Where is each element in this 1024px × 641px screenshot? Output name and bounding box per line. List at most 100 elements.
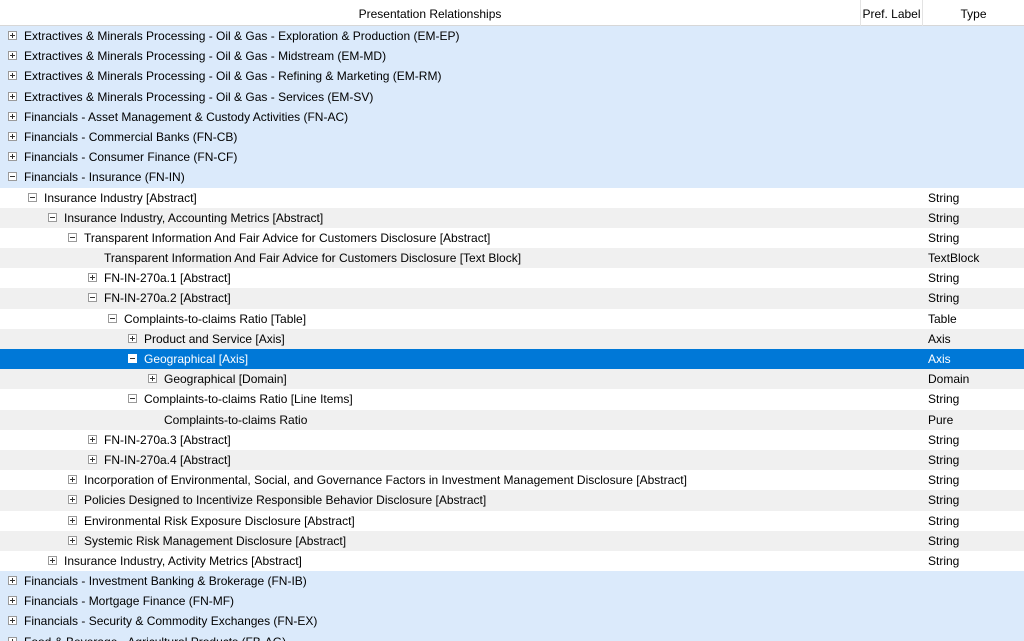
tree-row[interactable]: Complaints-to-claims Ratio [Line Items] S… (0, 389, 1024, 410)
tree-row[interactable]: FN-IN-270a.4 [Abstract] String (0, 449, 1024, 471)
tree-row[interactable]: Insurance Industry [Abstract] String (0, 187, 1024, 208)
tree-row[interactable]: Transparent Information And Fair Advice … (0, 248, 1024, 269)
expand-icon[interactable] (68, 475, 77, 485)
tree-row[interactable]: FN-IN-270a.2 [Abstract] String (0, 288, 1024, 309)
tree-row[interactable]: Insurance Industry, Activity Metrics [Ab… (0, 550, 1024, 572)
tree-row[interactable]: Insurance Industry, Accounting Metrics [… (0, 207, 1024, 228)
expand-icon[interactable] (88, 273, 97, 283)
tree-row[interactable]: Geographical [Axis] Axis (0, 349, 1024, 370)
tree-row[interactable]: Extractives & Minerals Processing - Oil … (0, 46, 1024, 67)
tree-row-label: Extractives & Minerals Processing - Oil … (24, 49, 387, 64)
tree-row-label: FN-IN-270a.1 [Abstract] (104, 271, 231, 286)
tree-row[interactable]: Extractives & Minerals Processing - Oil … (0, 26, 1024, 47)
tree-row[interactable]: Extractives & Minerals Processing - Oil … (0, 86, 1024, 107)
tree-row[interactable]: Geographical [Domain] Domain (0, 369, 1024, 390)
tree-row-type: String (928, 452, 960, 467)
tree-row-type: String (928, 291, 960, 306)
tree-row-label: Policies Designed to Incentivize Respons… (84, 493, 487, 508)
column-header-type[interactable]: Type (923, 0, 1024, 26)
tree-row[interactable]: Financials - Commercial Banks (FN-CB) (0, 126, 1024, 148)
expand-icon[interactable] (48, 555, 57, 565)
tree-row-type: String (928, 392, 960, 407)
tree-row[interactable]: Extractives & Minerals Processing - Oil … (0, 66, 1024, 87)
expand-icon[interactable] (68, 535, 77, 545)
expand-icon[interactable] (68, 495, 77, 505)
tree-row[interactable]: Incorporation of Environmental, Social, … (0, 470, 1024, 491)
expand-icon[interactable] (8, 616, 17, 626)
expand-icon[interactable] (8, 51, 17, 61)
column-header-presentation-relationships[interactable]: Presentation Relationships (0, 0, 861, 26)
expand-icon[interactable] (8, 576, 17, 586)
tree-row[interactable]: Food & Beverage - Agricultural Products … (0, 631, 1024, 641)
tree-row-label: FN-IN-270a.2 [Abstract] (104, 291, 231, 306)
collapse-icon[interactable] (48, 212, 57, 222)
expand-icon[interactable] (8, 152, 17, 162)
tree-row-type: String (928, 473, 960, 488)
tree-row-type: Domain (928, 372, 970, 387)
tree-row[interactable]: Financials - Mortgage Finance (FN-MF) (0, 591, 1024, 612)
expand-icon[interactable] (8, 636, 17, 641)
column-header-row: Presentation Relationships Pref. Label T… (0, 0, 1024, 26)
tree-row[interactable]: FN-IN-270a.3 [Abstract] String (0, 429, 1024, 450)
expand-icon[interactable] (128, 333, 137, 343)
tree-row-label: FN-IN-270a.3 [Abstract] (104, 432, 231, 447)
tree-row[interactable]: Systemic Risk Management Disclosure [Abs… (0, 530, 1024, 551)
collapse-icon[interactable] (68, 232, 77, 242)
tree-row[interactable]: Financials - Security & Commodity Exchan… (0, 611, 1024, 632)
tree-row[interactable]: Financials - Insurance (FN-IN) (0, 167, 1024, 188)
tree-row-type: String (928, 230, 960, 245)
tree-row[interactable]: Product and Service [Axis] Axis (0, 328, 1024, 349)
tree-row-label: Financials - Mortgage Finance (FN-MF) (24, 594, 235, 609)
tree-row-label: Geographical [Axis] (144, 352, 249, 366)
tree-row[interactable]: Complaints-to-claims Ratio Pure (0, 409, 1024, 430)
tree-row-label: Financials - Security & Commodity Exchan… (24, 614, 318, 629)
tree-row[interactable]: Complaints-to-claims Ratio [Table] Table (0, 308, 1024, 329)
tree-row-label: Insurance Industry, Activity Metrics [Ab… (64, 553, 302, 568)
tree-row-type: String (928, 513, 960, 528)
tree-row-label: Incorporation of Environmental, Social, … (84, 473, 687, 488)
collapse-icon[interactable] (128, 394, 137, 404)
expand-icon[interactable] (88, 454, 97, 464)
expand-icon[interactable] (8, 131, 17, 141)
expand-icon[interactable] (148, 374, 157, 384)
tree-row-type: Axis (928, 352, 951, 366)
tree-row[interactable]: Financials - Asset Management & Custody … (0, 106, 1024, 127)
tree-row-label: Extractives & Minerals Processing - Oil … (24, 69, 442, 84)
collapse-icon[interactable] (128, 354, 137, 363)
expand-icon[interactable] (8, 71, 17, 81)
tree-row[interactable]: Financials - Investment Banking & Broker… (0, 571, 1024, 592)
tree-row-label: Systemic Risk Management Disclosure [Abs… (84, 533, 347, 548)
expand-icon[interactable] (8, 91, 17, 101)
expand-icon[interactable] (68, 515, 77, 525)
collapse-icon[interactable] (8, 172, 17, 182)
tree-row-label: Transparent Information And Fair Advice … (84, 230, 491, 245)
tree-row[interactable]: Transparent Information And Fair Advice … (0, 227, 1024, 249)
tree-row-label: Environmental Risk Exposure Disclosure [… (84, 513, 355, 528)
expand-icon[interactable] (88, 434, 97, 444)
tree-row[interactable]: Environmental Risk Exposure Disclosure [… (0, 510, 1024, 531)
expand-icon[interactable] (8, 31, 17, 40)
tree-row-label: Complaints-to-claims Ratio (164, 412, 308, 427)
tree-row[interactable]: FN-IN-270a.1 [Abstract] String (0, 268, 1024, 289)
tree-row-label: Financials - Asset Management & Custody … (24, 109, 349, 124)
expand-icon[interactable] (8, 596, 17, 606)
collapse-icon[interactable] (28, 192, 37, 202)
tree-row-type: Table (928, 311, 957, 326)
tree-row-type: String (928, 533, 960, 548)
presentation-relationships-grid: Presentation Relationships Pref. Label T… (0, 0, 1024, 641)
tree-row[interactable]: Policies Designed to Incentivize Respons… (0, 490, 1024, 511)
tree-row-label: Geographical [Domain] (164, 372, 287, 387)
tree-row-label: Financials - Investment Banking & Broker… (24, 574, 307, 589)
tree-row-type: String (928, 553, 960, 568)
tree-row-label: Complaints-to-claims Ratio [Table] (124, 311, 307, 326)
tree-row-type: String (928, 210, 960, 225)
tree-row[interactable]: Financials - Consumer Finance (FN-CF) (0, 147, 1024, 168)
tree-row-label: Insurance Industry [Abstract] (44, 190, 197, 205)
collapse-icon[interactable] (108, 313, 117, 323)
tree-row-label: Extractives & Minerals Processing - Oil … (24, 29, 460, 43)
column-header-pref-label[interactable]: Pref. Label (861, 0, 923, 26)
collapse-icon[interactable] (88, 293, 97, 303)
tree-row-type: Axis (928, 331, 951, 346)
expand-icon[interactable] (8, 111, 17, 121)
tree-row-type: TextBlock (928, 251, 980, 266)
